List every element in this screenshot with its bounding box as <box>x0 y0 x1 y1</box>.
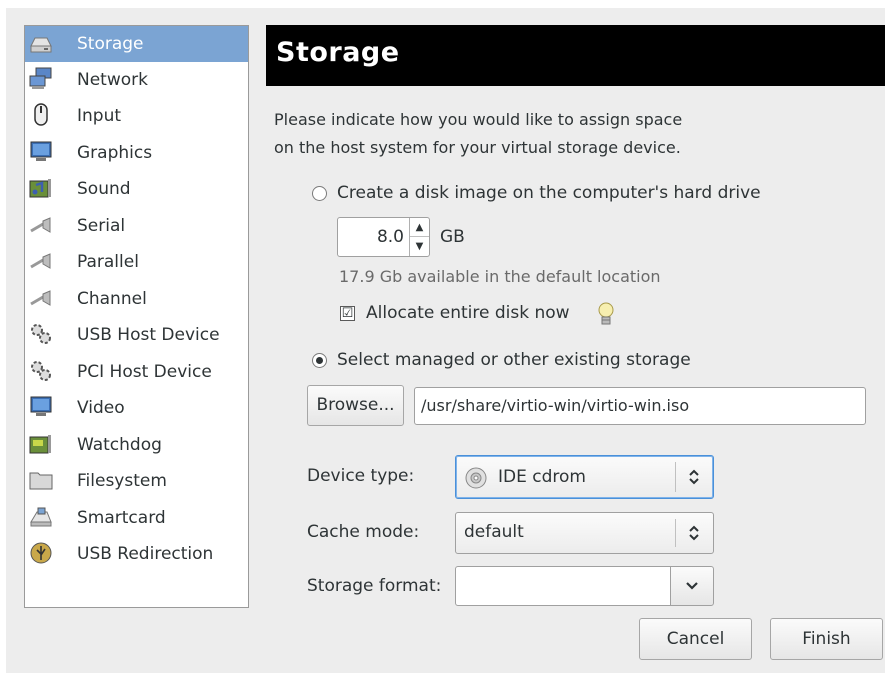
sidebar-item-network[interactable]: Network <box>25 62 248 98</box>
sidebar-item-label: Video <box>77 398 125 418</box>
mouse-icon <box>34 103 48 126</box>
chevron-down-icon <box>686 582 698 590</box>
disk-size-unit: GB <box>440 227 465 247</box>
lightbulb-icon <box>598 302 614 325</box>
hardware-sidebar: Storage Network Input Graphics Sound Ser… <box>24 25 249 608</box>
sidebar-item-input[interactable]: Input <box>25 98 248 134</box>
sidebar-item-label: PCI Host Device <box>77 362 212 382</box>
storage-format-dropdown-button[interactable] <box>670 566 714 606</box>
sidebar-item-label: Network <box>77 70 148 90</box>
browse-button[interactable]: Browse... <box>307 385 404 426</box>
sound-card-icon <box>29 179 51 198</box>
page-header: Storage <box>266 25 885 86</box>
watchdog-card-icon <box>29 435 51 454</box>
sidebar-item-label: Serial <box>77 216 126 236</box>
storage-format-input[interactable] <box>455 566 671 606</box>
combo-separator <box>675 519 676 547</box>
sidebar-item-sound[interactable]: Sound <box>25 171 248 207</box>
allocate-label[interactable]: Allocate entire disk now <box>366 303 570 323</box>
cache-mode-select[interactable]: default <box>455 512 714 554</box>
storage-format-combo[interactable] <box>455 566 714 606</box>
sidebar-item-channel[interactable]: Channel <box>25 281 248 317</box>
sidebar-item-label: Graphics <box>77 143 153 163</box>
disk-size-spinbox[interactable]: 8.0 ▲ ▼ <box>337 217 430 257</box>
device-type-select[interactable]: IDE cdrom <box>455 455 714 499</box>
serial-plug-icon <box>30 217 51 233</box>
usb-gears-icon <box>31 324 51 344</box>
sidebar-item-graphics[interactable]: Graphics <box>25 135 248 171</box>
existing-storage-label[interactable]: Select managed or other existing storage <box>337 350 691 370</box>
sidebar-item-label: Filesystem <box>77 471 167 491</box>
spin-up-icon[interactable]: ▲ <box>410 218 429 237</box>
sidebar-item-storage[interactable]: Storage <box>25 26 248 62</box>
cancel-button[interactable]: Cancel <box>639 618 752 660</box>
sidebar-item-label: Smartcard <box>77 508 166 528</box>
sidebar-item-label: USB Redirection <box>77 544 214 564</box>
description-line-2: on the host system for your virtual stor… <box>274 138 681 157</box>
cache-mode-label: Cache mode: <box>307 522 420 542</box>
sidebar-item-usb-host-device[interactable]: USB Host Device <box>25 317 248 353</box>
create-disk-label[interactable]: Create a disk image on the computer's ha… <box>337 183 761 203</box>
sidebar-item-video[interactable]: Video <box>25 390 248 426</box>
spin-down-icon[interactable]: ▼ <box>410 237 429 256</box>
sidebar-item-usb-redirection[interactable]: USB Redirection <box>25 536 248 572</box>
description-line-1: Please indicate how you would like to as… <box>274 110 683 129</box>
device-type-value: IDE cdrom <box>498 467 586 487</box>
parallel-plug-icon <box>30 253 51 269</box>
sidebar-item-parallel[interactable]: Parallel <box>25 244 248 280</box>
usb-icon <box>30 542 52 564</box>
sidebar-item-watchdog[interactable]: Watchdog <box>25 427 248 463</box>
storage-path-input[interactable]: /usr/share/virtio-win/virtio-win.iso <box>414 387 866 425</box>
network-icon <box>29 67 52 89</box>
combo-separator <box>675 462 676 492</box>
spin-buttons: ▲ ▼ <box>409 218 429 256</box>
sidebar-item-label: USB Host Device <box>77 325 220 345</box>
sidebar-item-pci-host-device[interactable]: PCI Host Device <box>25 354 248 390</box>
sidebar-item-label: Input <box>77 106 122 126</box>
video-monitor-icon <box>30 396 52 416</box>
folder-icon <box>29 472 53 490</box>
allocate-checkbox[interactable]: ☑ <box>340 306 355 321</box>
cache-mode-value: default <box>464 522 524 542</box>
description: Please indicate how you would like to as… <box>274 106 682 162</box>
page-title: Storage <box>276 37 400 68</box>
sidebar-item-label: Storage <box>77 34 144 54</box>
existing-storage-radio[interactable] <box>312 353 327 368</box>
storage-format-label: Storage format: <box>307 576 442 596</box>
available-space-text: 17.9 Gb available in the default locatio… <box>339 267 661 286</box>
monitor-icon <box>30 141 52 161</box>
sidebar-item-smartcard[interactable]: Smartcard <box>25 500 248 536</box>
up-down-chevron-icon <box>683 513 705 553</box>
sidebar-item-filesystem[interactable]: Filesystem <box>25 463 248 499</box>
sidebar-item-label: Watchdog <box>77 435 162 455</box>
sidebar-item-label: Channel <box>77 289 147 309</box>
sidebar-item-serial[interactable]: Serial <box>25 208 248 244</box>
sidebar-item-label: Sound <box>77 179 131 199</box>
cdrom-icon <box>465 467 487 489</box>
create-disk-radio[interactable] <box>312 186 327 201</box>
sidebar-item-label: Parallel <box>77 252 139 272</box>
hard-disk-icon <box>30 37 52 53</box>
disk-size-value[interactable]: 8.0 <box>377 227 404 247</box>
smartcard-icon <box>30 507 52 527</box>
channel-plug-icon <box>30 290 51 306</box>
device-type-label: Device type: <box>307 466 415 486</box>
finish-button[interactable]: Finish <box>770 618 883 660</box>
up-down-chevron-icon <box>683 456 705 498</box>
storage-path-value[interactable]: /usr/share/virtio-win/virtio-win.iso <box>421 396 689 415</box>
pci-gears-icon <box>31 361 51 381</box>
